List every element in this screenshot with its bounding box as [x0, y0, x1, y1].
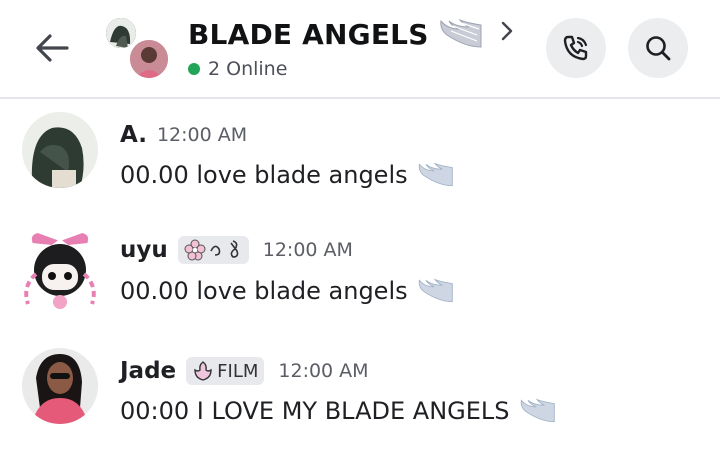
angel-wing-emoji	[439, 18, 482, 48]
role-tag[interactable]	[177, 236, 249, 264]
online-dot	[188, 63, 200, 75]
message-item[interactable]: A. 12:00 AM 00.00 love blade angels	[0, 112, 720, 192]
timestamp: 12:00 AM	[278, 360, 369, 382]
message-header: Jade FILM 12:00 AM	[120, 354, 369, 388]
back-button[interactable]	[30, 28, 74, 68]
role-tag-label: FILM	[217, 360, 259, 382]
group-avatar[interactable]	[104, 16, 170, 80]
online-count: 2 Online	[208, 58, 288, 80]
search-icon	[646, 36, 671, 61]
message-content: 00.00 love blade angels	[120, 161, 408, 189]
avatar[interactable]	[16, 230, 104, 310]
channel-title: BLADE ANGELS	[188, 17, 429, 51]
username[interactable]: uyu	[120, 237, 168, 263]
member-avatar	[128, 38, 170, 80]
channel-header: BLADE ANGELS 2 Online	[0, 0, 720, 99]
avatar[interactable]	[22, 348, 98, 424]
music-note-icon	[210, 240, 239, 258]
call-button[interactable]	[546, 18, 606, 78]
message-content: 00.00 love blade angels	[120, 277, 408, 305]
message-item[interactable]: uyu 12:00 AM 00.00 love blade angels	[0, 228, 720, 310]
phone-call-icon	[563, 35, 588, 61]
username[interactable]: Jade	[120, 358, 176, 384]
search-button[interactable]	[628, 18, 688, 78]
timestamp: 12:00 AM	[156, 124, 248, 146]
angel-wing-emoji	[418, 278, 453, 303]
flower-icon	[194, 361, 212, 381]
message-text: 00.00 love blade angels	[120, 274, 454, 308]
message-content: 00:00 I LOVE MY BLADE ANGELS	[120, 397, 510, 425]
online-status: 2 Online	[188, 56, 287, 82]
username[interactable]: A.	[120, 122, 147, 148]
avatar[interactable]	[22, 112, 98, 188]
sakura-flower-icon	[184, 239, 206, 261]
angel-wing-emoji	[418, 162, 453, 187]
message-header: A. 12:00 AM	[120, 120, 247, 150]
message-text: 00:00 I LOVE MY BLADE ANGELS	[120, 394, 556, 428]
channel-title-button[interactable]: BLADE ANGELS	[188, 14, 515, 54]
timestamp: 12:00 AM	[262, 239, 353, 261]
message-text: 00.00 love blade angels	[120, 158, 454, 192]
chevron-right-icon	[501, 21, 512, 41]
message-item[interactable]: Jade FILM 12:00 AM 00:00 I LOVE MY BLADE…	[0, 348, 720, 430]
angel-wing-emoji	[520, 398, 555, 423]
arrow-left-icon	[36, 34, 69, 62]
message-header: uyu 12:00 AM	[120, 234, 353, 266]
role-tag[interactable]: FILM	[186, 357, 265, 385]
